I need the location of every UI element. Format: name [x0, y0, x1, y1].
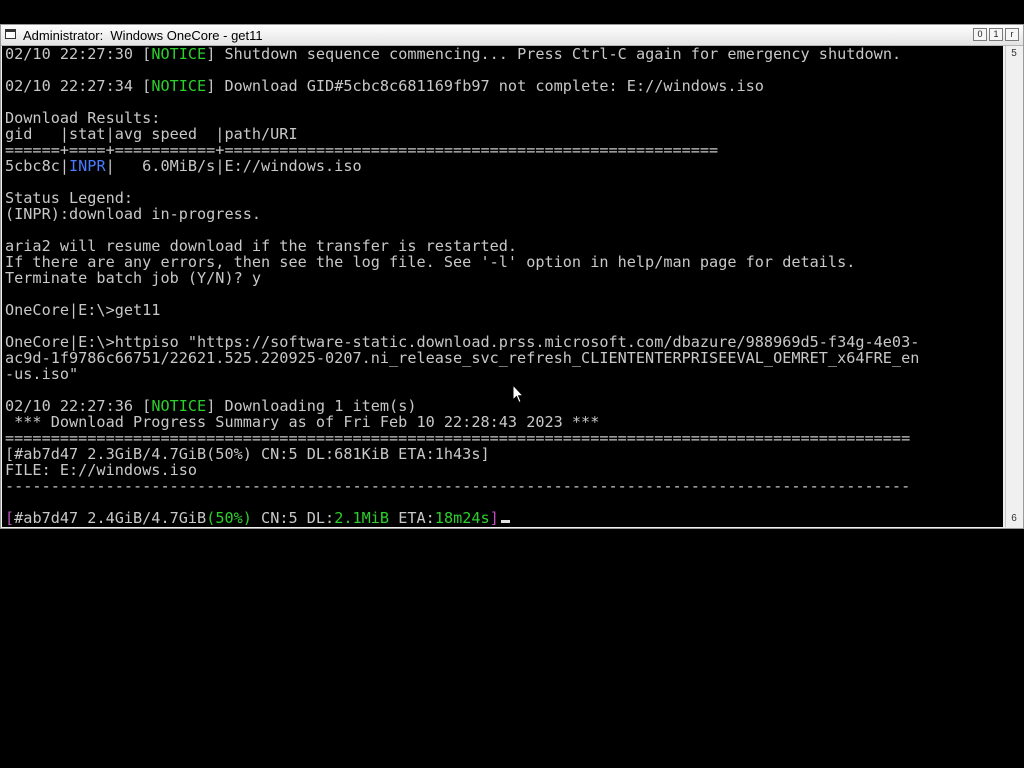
progress-line: [#ab7d47 2.4GiB/4.7GiB(50%) CN:5 DL:2.1M…: [5, 510, 510, 526]
console-output[interactable]: 02/10 22:27:30 [NOTICE] Shutdown sequenc…: [2, 46, 1003, 527]
console-line: 5cbc8c|INPR| 6.0MiB/s|E://windows.iso: [5, 157, 362, 175]
console-line: [#ab7d47 2.3GiB/4.7GiB(50%) CN:5 DL:681K…: [5, 445, 490, 463]
console-line: 02/10 22:27:34 [NOTICE] Download GID#5cb…: [5, 77, 764, 95]
console-app-icon[interactable]: [5, 29, 16, 39]
console-line: Status Legend:: [5, 189, 134, 207]
console-line: ac9d-1f9786c66751/22621.525.220925-0207.…: [5, 349, 920, 367]
close-button[interactable]: r: [1005, 28, 1019, 41]
maximize-button[interactable]: 1: [989, 28, 1003, 41]
scroll-thumb[interactable]: [1008, 74, 1019, 484]
vertical-scrollbar[interactable]: 5 6: [1005, 46, 1022, 527]
console-line: (INPR):download in-progress.: [5, 205, 262, 223]
console-line: -us.iso": [5, 365, 79, 383]
text-cursor: [500, 520, 510, 523]
console-line: OneCore|E:\>get11: [5, 301, 161, 319]
scroll-down-button[interactable]: 6: [1007, 511, 1021, 527]
console-line: *** Download Progress Summary as of Fri …: [5, 413, 600, 431]
minimize-button[interactable]: 0: [973, 28, 987, 41]
console-line: Terminate batch job (Y/N)? y: [5, 269, 262, 287]
scroll-up-button[interactable]: 5: [1007, 46, 1021, 62]
console-window[interactable]: Administrator: Windows OneCore - get11 0…: [0, 24, 1024, 529]
console-line: gid |stat|avg speed |path/URI: [5, 125, 298, 143]
title-bar[interactable]: Administrator: Windows OneCore - get11 0…: [1, 25, 1023, 46]
console-line: 02/10 22:27:30 [NOTICE] Shutdown sequenc…: [5, 46, 902, 63]
console-line: FILE: E://windows.iso: [5, 461, 198, 479]
console-line: ----------------------------------------…: [5, 477, 911, 495]
console-line: Download Results:: [5, 109, 161, 127]
console-line: OneCore|E:\>httpiso "https://software-st…: [5, 333, 920, 351]
console-line: aria2 will resume download if the transf…: [5, 237, 518, 255]
console-line: ========================================…: [5, 429, 911, 447]
window-title: Administrator: Windows OneCore - get11: [23, 28, 263, 43]
console-line: If there are any errors, then see the lo…: [5, 253, 856, 271]
console-line: 02/10 22:27:36 [NOTICE] Downloading 1 it…: [5, 397, 417, 415]
window-controls: 0 1 r: [973, 28, 1019, 41]
console-line: ======+====+===========+================…: [5, 141, 719, 159]
mouse-pointer-icon: [512, 384, 524, 404]
